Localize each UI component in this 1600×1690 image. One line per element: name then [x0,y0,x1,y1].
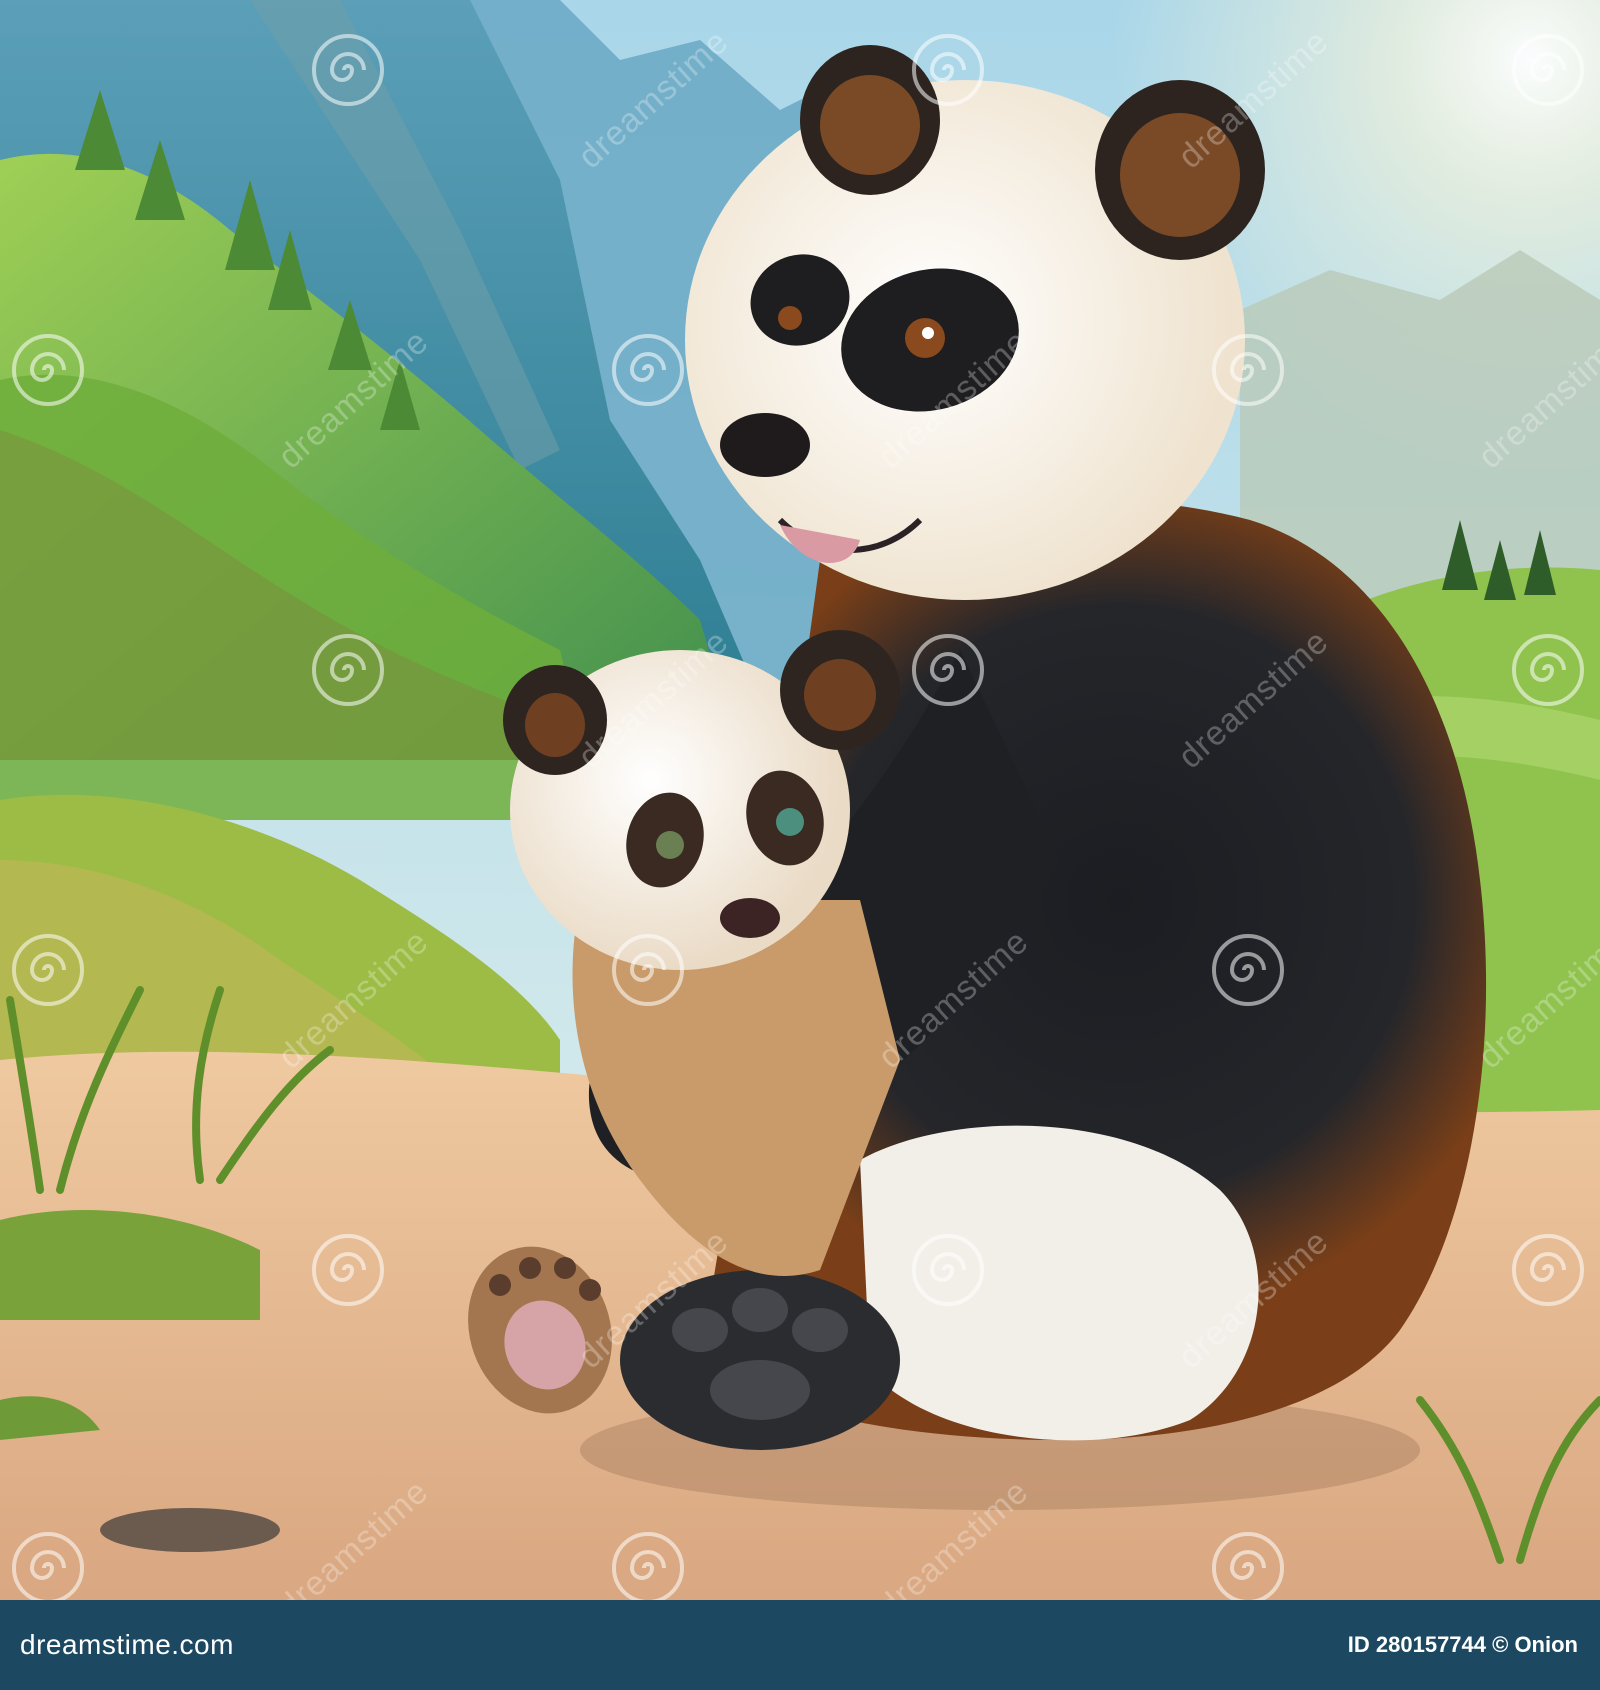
mother-eye-left [778,306,802,330]
cub-ear-left-inner [525,693,585,757]
mother-ear-left-inner [820,75,920,175]
cub-eye-right [776,808,804,836]
eye-shine [922,327,934,339]
brand-logo-text: dreamstime.com [20,1629,234,1660]
panda-illustration: dreamstime dreamstime dreamstime dreamst… [0,0,1600,1600]
image-id-label: ID 280157744 © Onion [1347,1632,1578,1657]
mother-ear-right-inner [1120,113,1240,237]
cub-nose [720,898,780,938]
cub-ear-right-inner [804,659,876,731]
stock-footer: dreamstime.com ID 280157744 © Onion [0,1600,1600,1690]
mother-nose [720,413,810,477]
rock [100,1508,280,1552]
cub-eye-left [656,831,684,859]
artwork-canvas [0,0,1600,1600]
